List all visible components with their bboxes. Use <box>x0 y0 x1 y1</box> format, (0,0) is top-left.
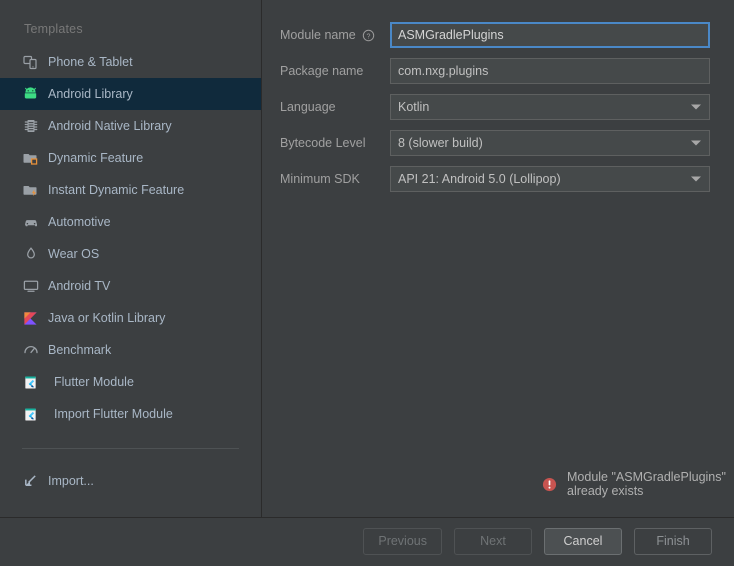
sidebar-item-label: Dynamic Feature <box>48 150 144 165</box>
sidebar-item-automotive[interactable]: Automotive <box>0 206 261 238</box>
form-row-bytecode-level: Bytecode Level 8 (slower build) <box>262 130 734 156</box>
sidebar-item-android-native-library[interactable]: Android Native Library <box>0 110 261 142</box>
templates-list: Phone & Tablet Android Library Android Nat… <box>0 46 261 430</box>
chevron-down-icon[interactable] <box>691 140 701 146</box>
language-control: Kotlin <box>390 94 710 120</box>
language-dropdown[interactable]: Kotlin <box>390 94 710 120</box>
minimum-sdk-label: Minimum SDK <box>280 172 390 186</box>
sidebar-item-android-tv[interactable]: Android TV <box>0 270 261 302</box>
flutter-module-icon <box>22 406 39 423</box>
kotlin-icon <box>22 310 39 327</box>
sidebar-item-import[interactable]: Import... <box>0 465 261 497</box>
bytecode-level-control: 8 (slower build) <box>390 130 710 156</box>
templates-header: Templates <box>24 22 83 36</box>
sidebar-item-import-flutter-module[interactable]: Import Flutter Module <box>0 398 261 430</box>
error-circle-icon <box>542 477 557 492</box>
bytecode-level-selected-value: 8 (slower build) <box>398 136 483 150</box>
module-name-label: Module name? <box>280 28 390 42</box>
sidebar-item-label: Flutter Module <box>54 374 134 389</box>
flutter-module-icon <box>22 374 39 391</box>
minimum-sdk-selected-value: API 21: Android 5.0 (Lollipop) <box>398 172 561 186</box>
dialog-body: Templates Phone & Tablet Android Library A… <box>0 0 734 518</box>
form-row-module-name: Module name? <box>262 22 734 48</box>
phone-tablet-icon <box>22 54 39 71</box>
sidebar-item-label: Benchmark <box>48 342 112 357</box>
module-name-label-text: Module name <box>280 28 356 42</box>
cancel-button[interactable]: Cancel <box>544 528 622 555</box>
sidebar-item-phone-tablet[interactable]: Phone & Tablet <box>0 46 261 78</box>
next-button: Next <box>454 528 532 555</box>
language-selected-value: Kotlin <box>398 100 430 114</box>
package-name-control <box>390 58 710 84</box>
watch-icon <box>22 246 39 263</box>
templates-sidebar: Templates Phone & Tablet Android Library A… <box>0 0 262 517</box>
dialog-footer: Previous Next Cancel Finish <box>0 518 734 565</box>
sidebar-item-label: Phone & Tablet <box>48 54 133 69</box>
new-module-dialog: Templates Phone & Tablet Android Library A… <box>0 0 734 566</box>
sidebar-item-label: Android TV <box>48 278 111 293</box>
package-name-label-text: Package name <box>280 64 364 78</box>
sidebar-item-flutter-module[interactable]: Flutter Module <box>0 366 261 398</box>
form-rows: Module name? Package name Language Kotlin By… <box>262 22 734 192</box>
bytecode-level-label: Bytecode Level <box>280 136 390 150</box>
language-label: Language <box>280 100 390 114</box>
sidebar-item-label: Android Library <box>48 86 133 101</box>
car-icon <box>22 214 39 231</box>
import-arrow-icon <box>22 473 39 490</box>
sidebar-item-label: Import Flutter Module <box>54 406 173 421</box>
sidebar-item-benchmark[interactable]: Benchmark <box>0 334 261 366</box>
form-row-language: Language Kotlin <box>262 94 734 120</box>
folder-instant-icon <box>22 182 39 199</box>
chevron-down-icon[interactable] <box>691 176 701 182</box>
module-form: Module name? Package name Language Kotlin By… <box>262 0 734 517</box>
bytecode-level-dropdown[interactable]: 8 (slower build) <box>390 130 710 156</box>
svg-text:?: ? <box>366 33 370 40</box>
package-name-label: Package name <box>280 64 390 78</box>
sidebar-item-label: Wear OS <box>48 246 100 261</box>
sidebar-item-import-label: Import... <box>48 474 94 488</box>
sidebar-item-java-or-kotlin-library[interactable]: Java or Kotlin Library <box>0 302 261 334</box>
sidebar-item-label: Android Native Library <box>48 118 172 133</box>
folder-dynamic-icon <box>22 150 39 167</box>
sidebar-divider <box>22 448 239 449</box>
error-message-text: Module "ASMGradlePlugins" already exists <box>567 470 726 498</box>
module-name-input[interactable] <box>390 22 710 48</box>
sidebar-item-label: Java or Kotlin Library <box>48 310 166 325</box>
sidebar-item-dynamic-feature[interactable]: Dynamic Feature <box>0 142 261 174</box>
sidebar-item-android-library[interactable]: Android Library <box>0 78 261 110</box>
error-message-row: Module "ASMGradlePlugins" already exists <box>542 470 734 498</box>
benchmark-gauge-icon <box>22 342 39 359</box>
minimum-sdk-control: API 21: Android 5.0 (Lollipop) <box>390 166 710 192</box>
package-name-input[interactable] <box>390 58 710 84</box>
sidebar-item-label: Instant Dynamic Feature <box>48 182 185 197</box>
form-row-package-name: Package name <box>262 58 734 84</box>
chevron-down-icon[interactable] <box>691 104 701 110</box>
module-name-control <box>390 22 710 48</box>
android-robot-icon <box>22 86 39 103</box>
sidebar-item-instant-dynamic-feature[interactable]: Instant Dynamic Feature <box>0 174 261 206</box>
help-circle-icon[interactable]: ? <box>362 29 375 42</box>
sidebar-item-label: Automotive <box>48 214 111 229</box>
language-label-text: Language <box>280 100 336 114</box>
finish-button[interactable]: Finish <box>634 528 712 555</box>
bytecode-level-label-text: Bytecode Level <box>280 136 366 150</box>
form-row-minimum-sdk: Minimum SDK API 21: Android 5.0 (Lollipop… <box>262 166 734 192</box>
minimum-sdk-label-text: Minimum SDK <box>280 172 360 186</box>
previous-button: Previous <box>363 528 442 555</box>
native-chip-icon <box>22 118 39 135</box>
tv-icon <box>22 278 39 295</box>
sidebar-item-wear-os[interactable]: Wear OS <box>0 238 261 270</box>
minimum-sdk-dropdown[interactable]: API 21: Android 5.0 (Lollipop) <box>390 166 710 192</box>
